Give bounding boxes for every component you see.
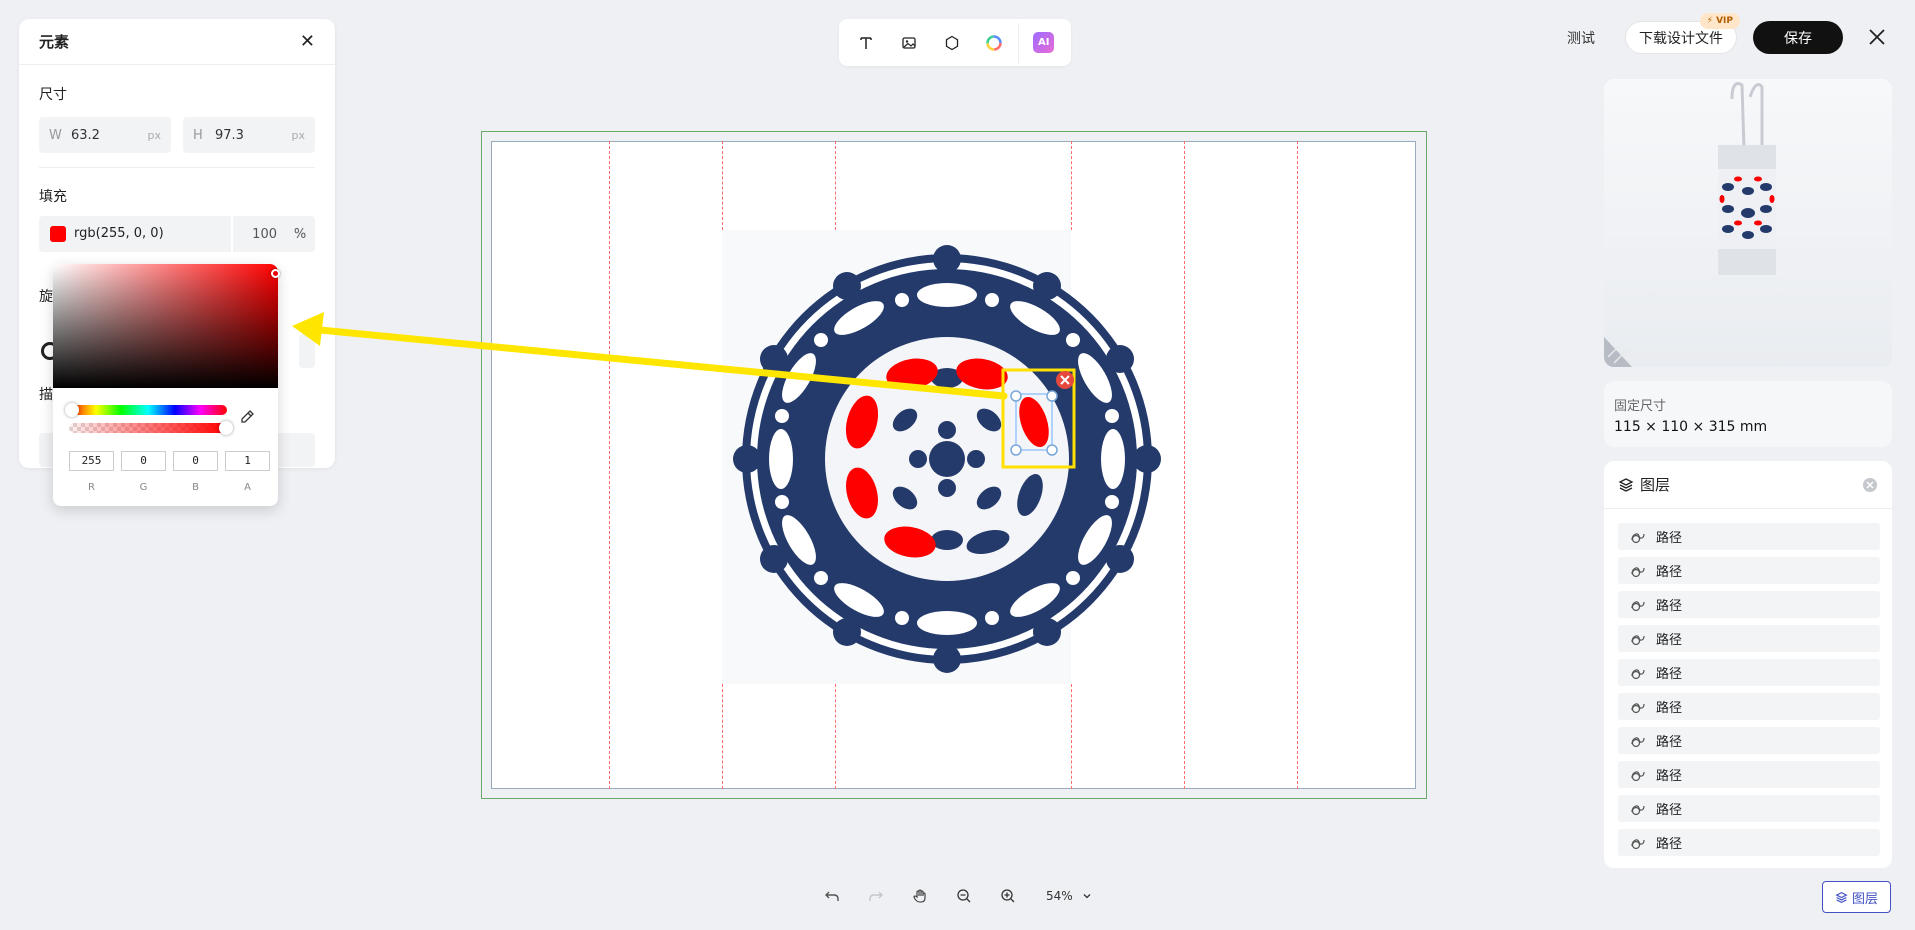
undo-icon xyxy=(825,891,839,901)
redo-icon xyxy=(869,891,883,901)
layer-label: 路径 xyxy=(1656,565,1683,580)
path-icon xyxy=(1631,702,1645,713)
zoom-out-button[interactable] xyxy=(942,884,986,908)
product-size-title: 固定尺寸 xyxy=(1614,399,1667,414)
layer-label: 路径 xyxy=(1656,701,1683,716)
product-size-card: 固定尺寸 115 × 110 × 315 mm xyxy=(1604,381,1892,447)
layers-toggle-button[interactable]: 图层 xyxy=(1822,881,1891,913)
layer-item[interactable]: 路径 xyxy=(1618,625,1880,652)
layers-panel-title: 图层 xyxy=(1640,476,1671,494)
path-icon xyxy=(1631,634,1645,645)
layer-item[interactable]: 路径 xyxy=(1618,795,1880,822)
layers-toggle-label: 图层 xyxy=(1851,891,1878,907)
layer-item[interactable]: 路径 xyxy=(1618,591,1880,618)
path-icon xyxy=(1631,668,1645,679)
layers-panel-header: 图层 xyxy=(1604,461,1892,509)
layer-label: 路径 xyxy=(1656,769,1683,784)
layers-icon xyxy=(1618,477,1634,492)
layers-icon xyxy=(1835,891,1848,903)
layers-panel: 图层 路径 路径 路径 路径 路径 路径 路径 路径 路径 路径 xyxy=(1604,461,1892,868)
close-layers-icon[interactable] xyxy=(1862,477,1878,493)
layer-item[interactable]: 路径 xyxy=(1618,659,1880,686)
zoom-in-icon xyxy=(1001,889,1015,903)
path-icon xyxy=(1631,566,1645,577)
product-size-value: 115 × 110 × 315 mm xyxy=(1614,419,1768,435)
layer-label: 路径 xyxy=(1656,803,1683,818)
path-icon xyxy=(1631,600,1645,611)
layer-item[interactable]: 路径 xyxy=(1618,557,1880,584)
product-preview[interactable] xyxy=(1604,79,1892,367)
hand-icon xyxy=(913,889,926,903)
layer-label: 路径 xyxy=(1656,633,1683,648)
layer-item[interactable]: 路径 xyxy=(1618,693,1880,720)
path-icon xyxy=(1631,736,1645,747)
layer-label: 路径 xyxy=(1656,837,1683,852)
layer-label: 路径 xyxy=(1656,735,1683,750)
path-icon xyxy=(1631,804,1645,815)
path-icon xyxy=(1631,532,1645,543)
layer-item[interactable]: 路径 xyxy=(1618,829,1880,856)
canvas-controls: 54% xyxy=(810,884,1093,908)
layer-item[interactable]: 路径 xyxy=(1618,523,1880,550)
pan-button[interactable] xyxy=(898,884,942,908)
zoom-in-button[interactable] xyxy=(986,884,1030,908)
path-icon xyxy=(1631,770,1645,781)
layer-item[interactable]: 路径 xyxy=(1618,761,1880,788)
layer-label: 路径 xyxy=(1656,531,1683,546)
layer-item[interactable]: 路径 xyxy=(1618,727,1880,754)
layer-label: 路径 xyxy=(1656,599,1683,614)
path-icon xyxy=(1631,838,1645,849)
zoom-out-icon xyxy=(957,889,971,903)
undo-button[interactable] xyxy=(810,884,854,908)
chevron-down-icon[interactable] xyxy=(1081,890,1093,902)
delete-element-icon[interactable] xyxy=(1056,371,1074,389)
tote-bag-image xyxy=(1604,82,1776,367)
zoom-level[interactable]: 54% xyxy=(1046,889,1073,903)
layer-label: 路径 xyxy=(1656,667,1683,682)
redo-button[interactable] xyxy=(854,884,898,908)
